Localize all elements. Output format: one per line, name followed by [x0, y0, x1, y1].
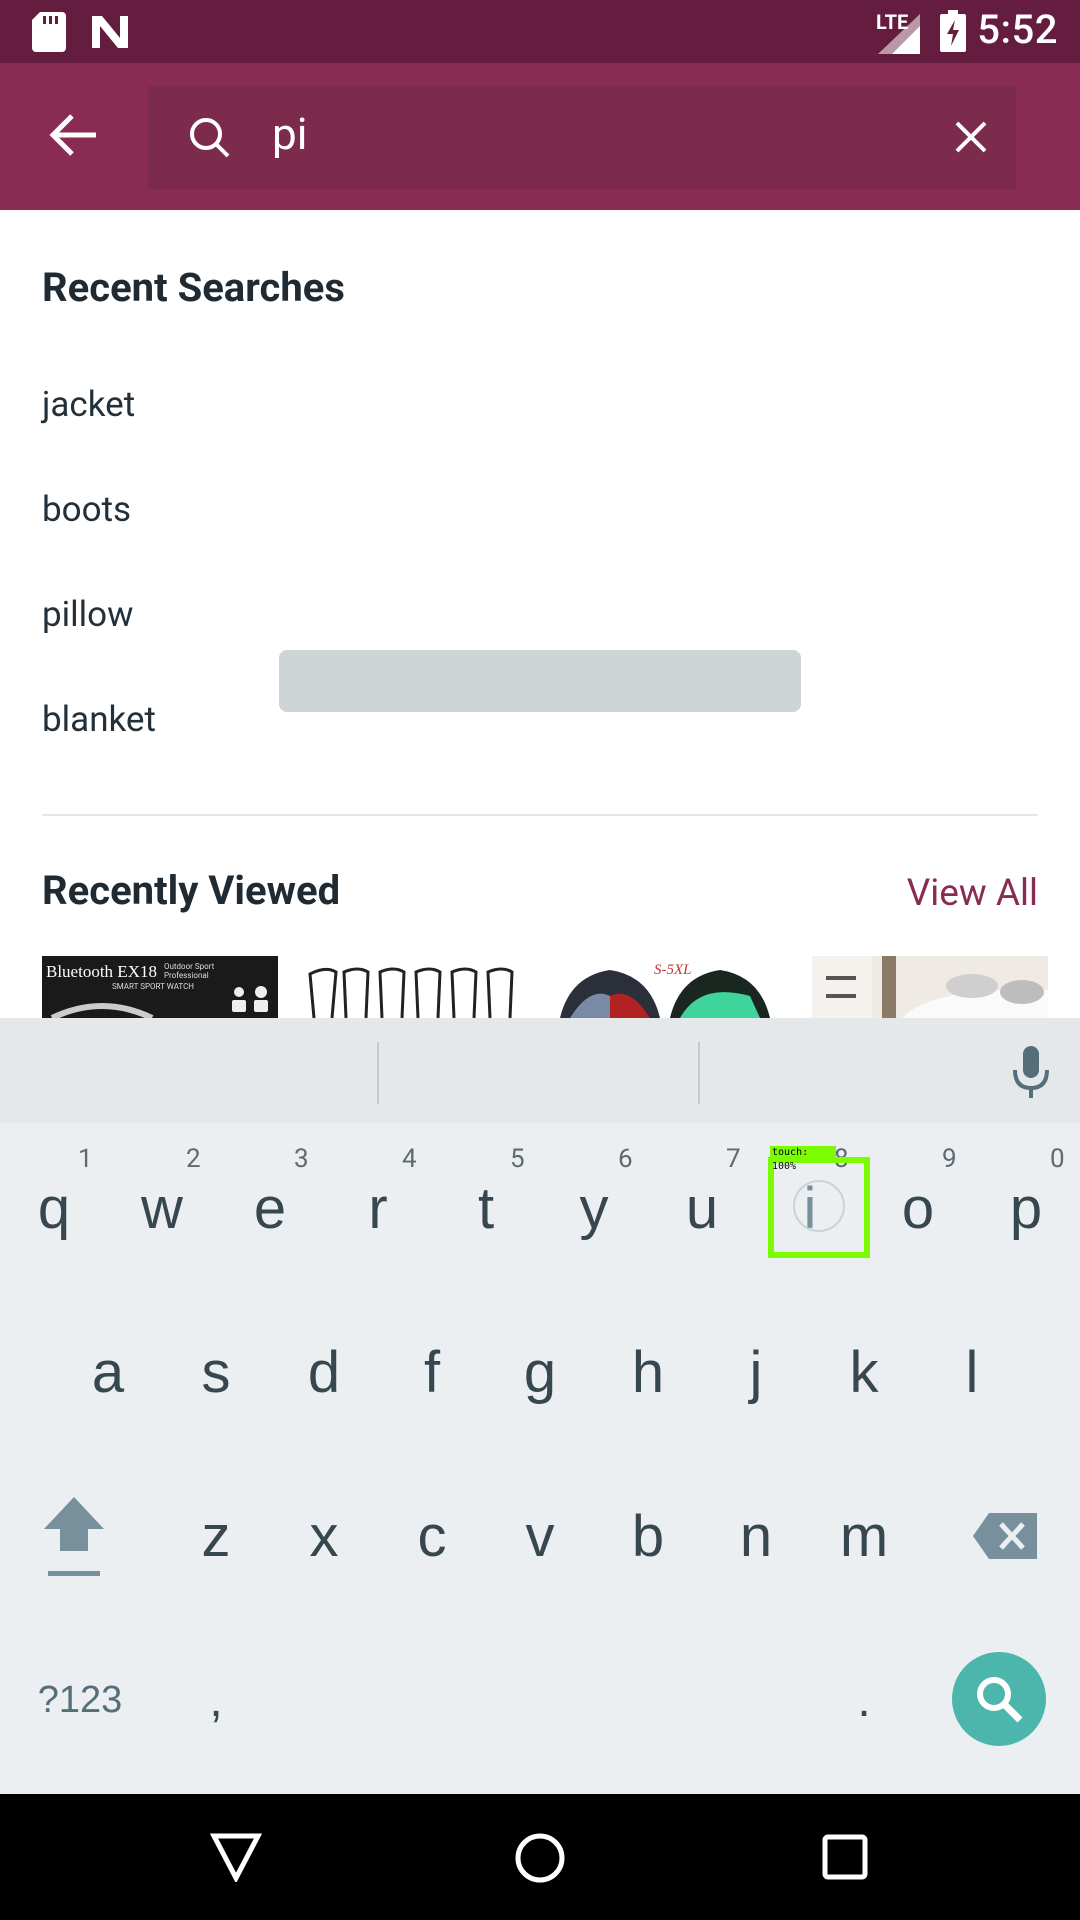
recent-search-item[interactable]: blanket	[42, 699, 156, 740]
recent-search-item[interactable]: pillow	[42, 594, 133, 635]
search-input[interactable]: pi	[272, 108, 307, 160]
key-hint-5: 5	[510, 1144, 525, 1174]
key-s[interactable]: s	[162, 1312, 270, 1432]
recents-square-icon[interactable]	[822, 1834, 868, 1884]
key-hint-9: 9	[942, 1144, 957, 1174]
home-circle-icon[interactable]	[514, 1832, 566, 1888]
status-bar: LTE 5:52	[0, 0, 1080, 63]
recently-viewed-thumbnail[interactable]	[296, 956, 532, 1018]
search-icon	[188, 116, 232, 164]
clock: 5:52	[977, 6, 1058, 53]
key-m[interactable]: m	[810, 1476, 918, 1596]
period-key[interactable]: .	[810, 1640, 918, 1760]
search-field[interactable]: pi	[148, 86, 1016, 189]
key-k[interactable]: k	[810, 1312, 918, 1432]
close-icon[interactable]	[954, 120, 988, 158]
recently-viewed-thumbnail[interactable]: Bluetooth EX18 Outdoor Sport Professiona…	[42, 956, 278, 1018]
recent-search-item[interactable]: boots	[42, 489, 131, 530]
n-notification-icon	[90, 12, 130, 56]
recently-viewed-title: Recently Viewed	[42, 867, 341, 914]
symbols-key[interactable]: ?123	[20, 1640, 140, 1760]
sd-card-icon	[32, 12, 66, 56]
bedding-image	[812, 956, 1048, 1018]
key-hint-7: 7	[726, 1144, 741, 1174]
arrow-back-icon[interactable]	[48, 113, 98, 161]
key-b[interactable]: b	[594, 1476, 702, 1596]
thumbnail-caption: Outdoor Sport Professional	[164, 962, 215, 980]
suggestion-strip	[0, 1018, 1080, 1123]
suggestion-divider	[698, 1042, 700, 1104]
key-hint-1: 1	[78, 1144, 93, 1174]
backspace-key[interactable]	[950, 1476, 1060, 1596]
recently-viewed-thumbnail[interactable]	[812, 956, 1048, 1018]
shift-icon	[44, 1497, 104, 1576]
key-v[interactable]: v	[486, 1476, 594, 1596]
recent-searches-title: Recent Searches	[42, 264, 345, 311]
touch-indicator-label: touch: 100%	[770, 1146, 836, 1172]
key-hint-3: 3	[294, 1144, 309, 1174]
thumbnail-title: Bluetooth EX18	[46, 962, 157, 981]
space-key[interactable]	[279, 650, 801, 712]
key-hint-0: 0	[1050, 1144, 1065, 1174]
search-app-bar: pi	[0, 63, 1080, 210]
view-all-link[interactable]: View All	[907, 872, 1038, 915]
signal-icon	[878, 14, 920, 58]
recently-viewed-thumbnail[interactable]: S-5XL	[550, 956, 786, 1018]
navigation-bar	[0, 1794, 1080, 1920]
suggestion-divider	[377, 1042, 379, 1104]
key-f[interactable]: f	[378, 1312, 486, 1432]
microphone-icon[interactable]	[1012, 1046, 1050, 1102]
key-d[interactable]: d	[270, 1312, 378, 1432]
back-triangle-icon[interactable]	[209, 1832, 263, 1886]
key-hint-4: 4	[402, 1144, 417, 1174]
key-h[interactable]: h	[594, 1312, 702, 1432]
thumbnail-size-label: S-5XL	[654, 962, 692, 978]
recent-search-item[interactable]: jacket	[42, 384, 135, 425]
section-divider	[42, 814, 1038, 816]
key-z[interactable]: z	[162, 1476, 270, 1596]
key-c[interactable]: c	[378, 1476, 486, 1596]
shift-key[interactable]	[20, 1476, 128, 1596]
key-n[interactable]: n	[702, 1476, 810, 1596]
keyboard-search-button[interactable]	[952, 1652, 1046, 1746]
watch-image	[50, 986, 268, 1018]
backspace-icon	[973, 1513, 1037, 1559]
key-hint-6: 6	[618, 1144, 633, 1174]
boots-image	[308, 967, 514, 1018]
key-hint-2: 2	[186, 1144, 201, 1174]
key-l[interactable]: l	[918, 1312, 1026, 1432]
key-j[interactable]: j	[702, 1312, 810, 1432]
battery-charging-icon	[940, 10, 966, 56]
touch-circle	[793, 1180, 845, 1232]
search-icon	[977, 1677, 1023, 1723]
key-g[interactable]: g	[486, 1312, 594, 1432]
key-x[interactable]: x	[270, 1476, 378, 1596]
comma-key[interactable]: ,	[162, 1640, 270, 1760]
key-a[interactable]: a	[54, 1312, 162, 1432]
